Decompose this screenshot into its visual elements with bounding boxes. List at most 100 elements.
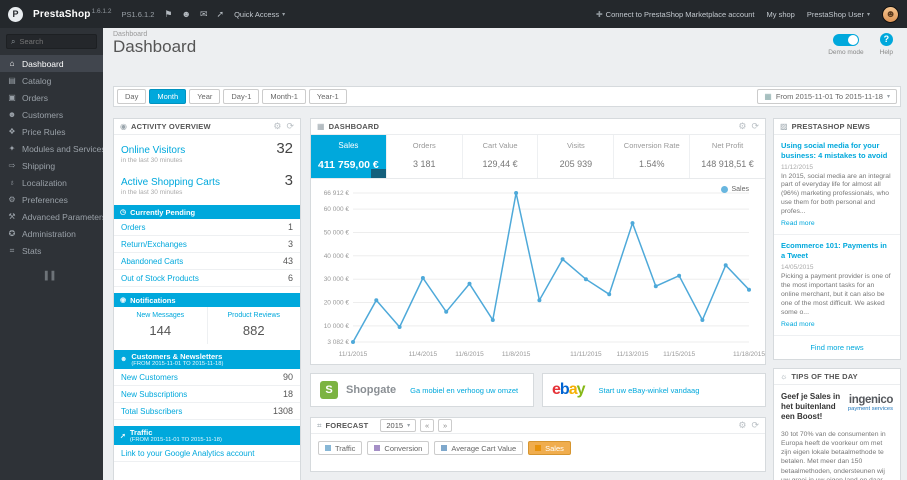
online-visitors-metric[interactable]: Online Visitors 32 in the last 30 minute… — [114, 135, 300, 167]
ebay-module-ad[interactable]: ebay Start uw eBay-winkel vandaag — [542, 373, 766, 407]
sidebar-item-stats[interactable]: ⌗ Stats — [0, 242, 103, 259]
gear-icon[interactable]: ⚙ — [738, 121, 746, 132]
list-item[interactable]: Out of Stock Products 6 — [114, 270, 300, 287]
my-shop-link[interactable]: My shop — [767, 10, 795, 19]
sidebar-item-advanced-parameters[interactable]: ⚒ Advanced Parameters — [0, 208, 103, 225]
sidebar-item-catalog[interactable]: ▤ Catalog — [0, 72, 103, 89]
sidebar-item-localization[interactable]: ♁ Localization — [0, 174, 103, 191]
quick-access-label: Quick Access — [234, 9, 280, 19]
date-range-picker[interactable]: ▦ From 2015-11-01 To 2015-11-18 ▾ — [757, 89, 897, 104]
list-item[interactable]: Total Subscribers 1308 — [114, 403, 300, 420]
news-icon: ▨ — [780, 122, 788, 131]
stats-icon: ⌗ — [9, 245, 15, 255]
demo-mode-toggle[interactable] — [832, 34, 859, 46]
collapse-sidebar-button[interactable]: ▌▌ — [0, 271, 103, 280]
active-carts-metric[interactable]: Active Shopping Carts 3 in the last 30 m… — [114, 167, 300, 199]
dashboard-icon: ▦ — [317, 122, 325, 131]
traffic-section-header: ➚ Traffic (FROM 2015-11-01 TO 2015-11-18… — [114, 426, 300, 445]
quick-access-menu[interactable]: Quick Access ▾ — [234, 10, 285, 19]
forecast-tab-conversion[interactable]: Conversion — [367, 441, 430, 455]
rocket-icon[interactable]: ➚ — [217, 9, 225, 20]
search-input[interactable] — [19, 37, 90, 46]
list-item[interactable]: New Subscriptions 18 — [114, 386, 300, 403]
list-item[interactable]: Return/Exchanges 3 — [114, 236, 300, 253]
kpi-conversion-rate[interactable]: Conversion Rate 1.54% — [614, 135, 691, 178]
avatar[interactable]: ☻ — [882, 5, 899, 23]
notification-cell-new-messages[interactable]: New Messages 144 — [114, 307, 208, 344]
sidebar-item-label: Advanced Parameters — [22, 211, 103, 222]
gear-icon[interactable]: ⚙ — [738, 420, 746, 431]
help-button[interactable]: ? — [879, 33, 893, 46]
forecast-tab-average-cart-value[interactable]: Average Cart Value — [434, 441, 524, 455]
range-button-year[interactable]: Year — [189, 89, 221, 104]
ebay-link[interactable]: Start uw eBay-winkel vandaag — [599, 386, 700, 395]
row-label: Orders — [121, 222, 146, 232]
user-menu[interactable]: PrestaShop User ▾ — [807, 10, 870, 19]
kpi-cart-value[interactable]: Cart Value 129,44 € — [463, 135, 539, 178]
read-more-link[interactable]: Read more — [781, 220, 815, 227]
user-icon[interactable]: ☻ — [182, 9, 191, 20]
prev-year-button[interactable]: « — [420, 419, 435, 432]
sidebar-item-administration[interactable]: ✪ Administration — [0, 225, 103, 242]
sidebar-item-label: Preferences — [22, 194, 68, 205]
sidebar-item-dashboard[interactable]: ⌂ Dashboard — [0, 55, 103, 72]
find-more-news-link[interactable]: Find more news — [774, 336, 900, 359]
forecast-tab-sales[interactable]: Sales — [528, 441, 571, 455]
sidebar-item-shipping[interactable]: ⇨ Shipping — [0, 157, 103, 174]
range-button-year-1[interactable]: Year-1 — [308, 89, 347, 104]
range-button-day-1[interactable]: Day-1 — [223, 89, 260, 104]
kpi-visits[interactable]: Visits 205 939 — [538, 135, 615, 178]
year-select[interactable]: 2015 ▾ — [380, 419, 417, 432]
row-label: New Subscriptions — [121, 389, 188, 399]
list-item[interactable]: Orders 1 — [114, 219, 300, 236]
date-range-label: From 2015-11-01 To 2015-11-18 — [775, 92, 883, 101]
article-headline[interactable]: Ecommerce 101: Payments in a Tweet — [781, 241, 893, 261]
svg-text:10 000 €: 10 000 € — [324, 323, 350, 330]
sidebar-item-preferences[interactable]: ⚙ Preferences — [0, 191, 103, 208]
sidebar-item-price-rules[interactable]: ❖ Price Rules — [0, 123, 103, 140]
main-content: Dashboard Dashboard Demo mode ? Help Day… — [103, 28, 907, 480]
gear-icon[interactable]: ⚙ — [273, 121, 281, 132]
notification-cell-product-reviews[interactable]: Product Reviews 882 — [208, 307, 301, 344]
activity-overview-panel: ◉ ACTIVITY OVERVIEW ⚙ ⟳ Online Visitors … — [113, 118, 301, 480]
google-analytics-link[interactable]: Link to your Google Analytics account — [121, 449, 254, 458]
kpi-orders[interactable]: Orders 3 181 — [387, 135, 463, 178]
list-item[interactable]: New Customers 90 — [114, 369, 300, 386]
range-button-day[interactable]: Day — [117, 89, 147, 104]
refresh-icon[interactable]: ⟳ — [751, 121, 759, 132]
list-item[interactable]: Abandoned Carts 43 — [114, 253, 300, 270]
svg-text:3 082 €: 3 082 € — [327, 339, 349, 346]
prestashop-logo[interactable]: P — [8, 6, 23, 22]
sidebar-search[interactable]: ⌕ — [6, 34, 97, 49]
legend-swatch — [374, 445, 381, 451]
legend-swatch — [535, 445, 542, 451]
cart-icon[interactable]: ⚑ — [164, 9, 172, 20]
shopgate-link[interactable]: Ga mobiel en verhoog uw omzet — [410, 386, 518, 395]
sidebar-item-label: Shipping — [22, 160, 56, 171]
marketplace-connect-link[interactable]: ✚ Connect to PrestaShop Marketplace acco… — [596, 10, 755, 19]
chevron-down-icon: ▾ — [886, 94, 890, 100]
kpi-net-profit[interactable]: Net Profit 148 918,51 € — [690, 135, 765, 178]
range-button-month[interactable]: Month — [149, 89, 187, 104]
range-button-month-1[interactable]: Month-1 — [262, 89, 306, 104]
svg-text:11/6/2015: 11/6/2015 — [455, 351, 484, 358]
sidebar-item-label: Administration — [22, 228, 76, 239]
refresh-icon[interactable]: ⟳ — [751, 420, 759, 431]
article-headline[interactable]: Using social media for your business: 4 … — [781, 141, 893, 161]
mail-icon[interactable]: ✉ — [200, 9, 208, 20]
read-more-link[interactable]: Read more — [781, 321, 815, 328]
refresh-icon[interactable]: ⟳ — [286, 121, 294, 132]
svg-text:66 912 €: 66 912 € — [324, 190, 350, 197]
sidebar-item-orders[interactable]: ▣ Orders — [0, 89, 103, 106]
row-value: 1308 — [272, 406, 293, 416]
brand-name[interactable]: PrestaShop — [33, 9, 91, 20]
kpi-sales[interactable]: Sales 411 759,00 € — [311, 135, 387, 178]
shopgate-module-ad[interactable]: S Shopgate Ga mobiel en verhoog uw omzet — [310, 373, 534, 407]
next-year-button[interactable]: » — [438, 419, 453, 432]
forecast-tab-traffic[interactable]: Traffic — [318, 441, 363, 455]
sidebar-item-modules-and-services[interactable]: ✦ Modules and Services — [0, 140, 103, 157]
chevron-down-icon: ▾ — [407, 423, 411, 429]
customers-section-header: ☻ Customers & Newsletters (FROM 2015-11-… — [114, 350, 300, 369]
chart-legend[interactable]: Sales — [721, 186, 749, 193]
sidebar-item-customers[interactable]: ☻ Customers — [0, 106, 103, 123]
